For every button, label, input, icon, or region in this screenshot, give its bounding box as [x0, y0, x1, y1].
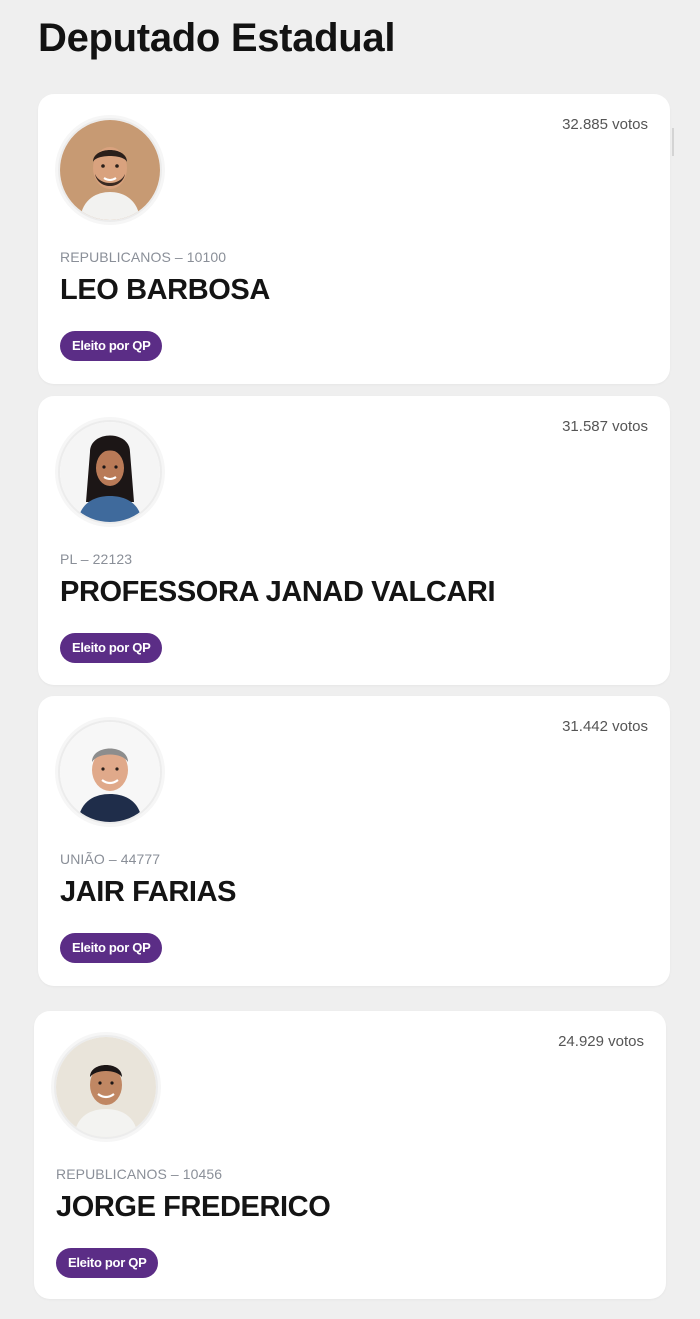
elected-status-badge: Eleito por QP — [60, 933, 163, 963]
candidate-card[interactable]: 31.442 votos UNIÃO – 44777 JAIR FARIAS E… — [38, 696, 670, 986]
candidate-name: LEO BARBOSA — [60, 274, 270, 306]
candidate-photo-image — [60, 422, 160, 522]
vote-count: 32.885 votos — [562, 116, 648, 133]
page-title: Deputado Estadual — [38, 16, 396, 60]
candidate-photo — [58, 118, 162, 222]
candidate-name: JORGE FREDERICO — [56, 1191, 331, 1223]
party-number: PL – 22123 — [60, 551, 133, 567]
elected-status-badge: Eleito por QP — [60, 331, 163, 361]
elected-status-badge: Eleito por QP — [56, 1248, 159, 1278]
candidate-name: JAIR FARIAS — [60, 876, 237, 908]
candidate-photo — [54, 1035, 158, 1139]
scrollbar-tick[interactable] — [672, 128, 674, 156]
party-number: REPUBLICANOS – 10456 — [56, 1166, 223, 1182]
candidate-photo — [58, 420, 162, 524]
candidate-card[interactable]: 24.929 votos REPUBLICANOS – 10456 JORGE … — [34, 1011, 666, 1299]
candidate-photo — [58, 720, 162, 824]
candidate-photo-image — [56, 1037, 156, 1137]
elected-status-badge: Eleito por QP — [60, 633, 163, 663]
candidate-card[interactable]: 32.885 votos REPUBLICANOS – 10100 LEO BA… — [38, 94, 670, 384]
vote-count: 31.587 votos — [562, 418, 648, 435]
candidate-card[interactable]: 31.587 votos PL – 22123 PROFESSORA JANAD… — [38, 396, 670, 685]
vote-count: 24.929 votos — [558, 1033, 644, 1050]
candidate-name: PROFESSORA JANAD VALCARI — [60, 576, 496, 608]
vote-count: 31.442 votos — [562, 718, 648, 735]
candidate-photo-image — [60, 120, 160, 220]
party-number: UNIÃO – 44777 — [60, 851, 161, 867]
party-number: REPUBLICANOS – 10100 — [60, 249, 227, 265]
candidate-photo-image — [60, 722, 160, 822]
